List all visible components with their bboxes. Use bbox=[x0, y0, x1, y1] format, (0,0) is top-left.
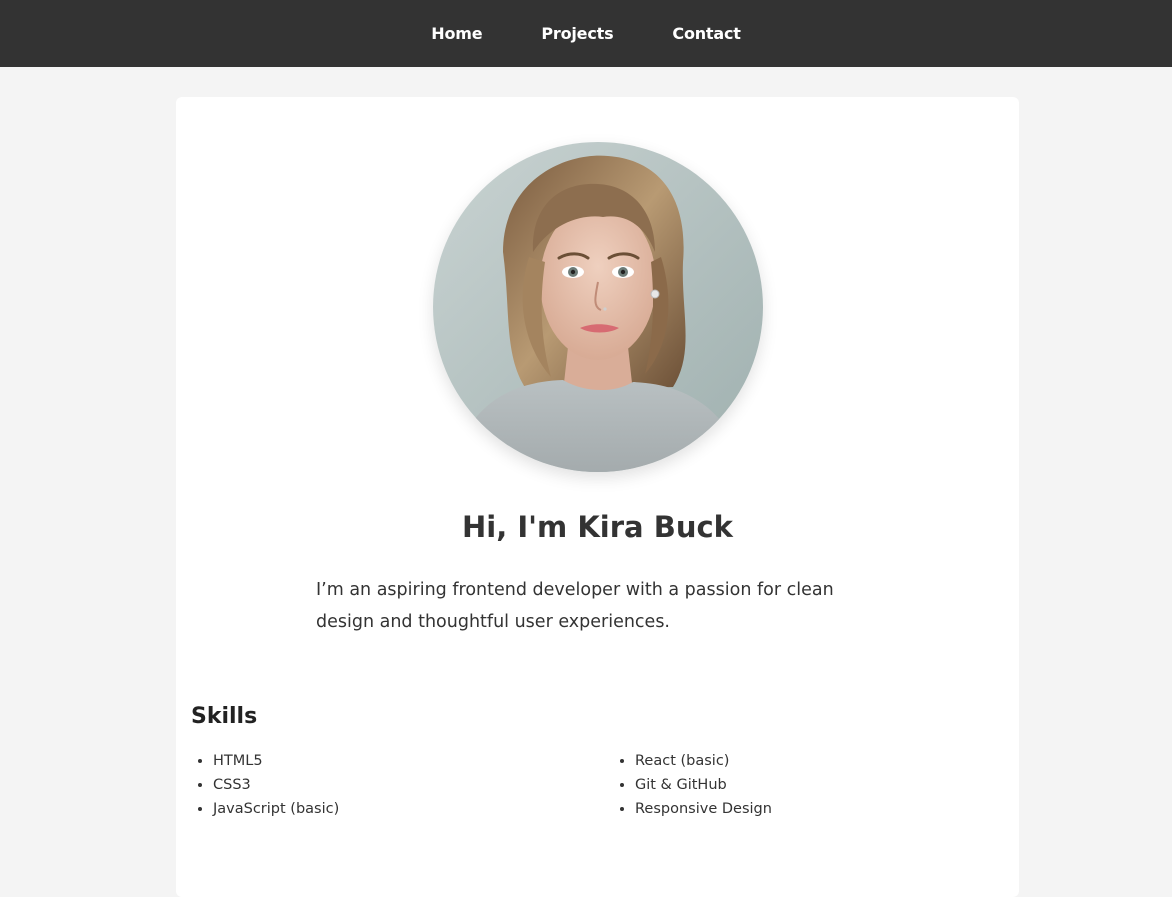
skills-list-right: React (basic) Git & GitHub Responsive De… bbox=[613, 749, 993, 821]
nav-link-projects[interactable]: Projects bbox=[541, 25, 613, 42]
skills-heading: Skills bbox=[191, 704, 258, 729]
skills-list-left: HTML5 CSS3 JavaScript (basic) bbox=[191, 749, 591, 821]
portrait-illustration bbox=[433, 142, 763, 472]
skill-item: HTML5 bbox=[213, 749, 591, 773]
profile-photo bbox=[433, 142, 763, 472]
nav-link-contact[interactable]: Contact bbox=[672, 25, 741, 42]
profile-card: Hi, I'm Kira Buck I’m an aspiring fronte… bbox=[176, 97, 1019, 897]
skill-item: CSS3 bbox=[213, 773, 591, 797]
intro-paragraph: I’m an aspiring frontend developer with … bbox=[316, 580, 834, 632]
skill-item: Responsive Design bbox=[635, 797, 993, 821]
skill-item: JavaScript (basic) bbox=[213, 797, 591, 821]
skill-item: Git & GitHub bbox=[635, 773, 993, 797]
top-navigation: Home Projects Contact bbox=[0, 0, 1172, 67]
skill-item: React (basic) bbox=[635, 749, 993, 773]
greeting-heading: Hi, I'm Kira Buck bbox=[462, 510, 733, 544]
nav-link-home[interactable]: Home bbox=[431, 25, 482, 42]
